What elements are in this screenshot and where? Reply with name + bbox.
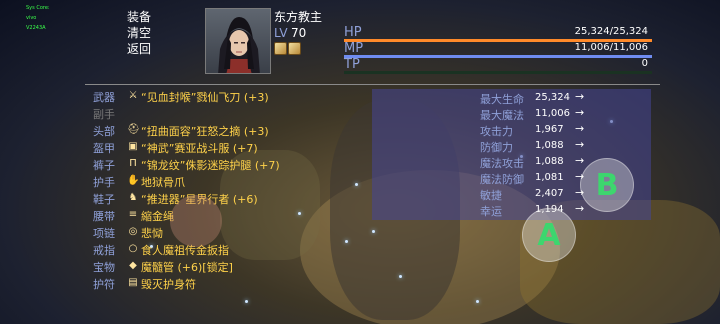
slot-label: 裤子 [93,159,115,172]
menu-item-back[interactable]: 返回 [93,41,185,57]
arrow-right-icon: → [575,154,585,167]
slot-label: 头部 [93,125,115,138]
stat-value: 25,324/25,324 [574,26,648,37]
system-overlay-line: Sys Core: [26,5,50,11]
buff-icon [288,42,301,55]
hero-portrait-art [218,17,260,73]
snow-particle [399,275,402,278]
slot-label: 副手 [93,108,115,121]
system-overlay-text: Sys Core: vivo V2243A [26,3,50,33]
arrow-right-icon: → [575,106,585,119]
item-name: “见血封喉”戮仙飞刀 (+3) [141,91,269,104]
menu-item-equip[interactable]: 装备 [93,9,185,25]
command-menu: 装备 清空 返回 [93,9,185,57]
equip-slot-offhand[interactable]: 副手 [93,106,393,122]
equip-slot-ring[interactable]: 戒指 ○ 食人魔祖传金扳指 [93,242,393,258]
attribute-label: 幸运 [480,205,502,218]
stat-value: 11,006/11,006 [574,42,648,53]
boots-icon: ♞ [128,192,138,203]
snow-particle [245,300,248,303]
stat-label: HP [344,25,362,40]
equip-slot-head[interactable]: 头部 ⛑ “扭曲面容”狂怒之摘 (+3) [93,123,393,139]
slot-label: 武器 [93,91,115,104]
level-value: 70 [291,26,307,40]
attribute-value: 1,967 [535,124,564,135]
stat-row-hp: HP 25,324/25,324 [344,25,652,42]
b-button[interactable]: B [580,158,634,212]
hero-name: 东方教主 [274,10,323,24]
attribute-value: 1,081 [535,172,564,183]
menu-item-clear[interactable]: 清空 [93,25,185,41]
buff-icon [274,42,287,55]
a-button[interactable]: A [522,208,576,262]
armor-icon: ▣ [128,141,138,152]
stat-label: MP [344,41,364,56]
treasure-icon: ◆ [129,260,137,271]
equip-slot-belt[interactable]: 腰带 ≡ 縮金绳 [93,208,393,224]
attribute-value: 1,088 [535,140,564,151]
slot-label: 宝物 [93,261,115,274]
item-name: 魔髓管 (+6)[锁定] [141,261,233,274]
slot-label: 盔甲 [93,142,115,155]
equip-slot-necklace[interactable]: 项链 ◎ 悲恸 [93,225,393,241]
tp-bar [344,71,652,74]
item-name: 地狱骨爪 [141,176,185,189]
system-overlay-line: V2243A [26,25,46,31]
stat-label: TP [344,57,360,72]
ring-icon: ○ [128,243,138,254]
helmet-icon: ⛑ [127,124,140,135]
arrow-right-icon: → [575,122,585,135]
item-name: “锦龙纹”侏影迷踪护腿 (+7) [141,159,280,172]
virtual-joystick[interactable] [170,195,222,247]
attribute-value: 25,324 [535,92,570,103]
arrow-right-icon: → [575,202,585,215]
item-name: 毁灭护身符 [141,278,196,291]
pants-icon: Π [129,158,137,169]
amulet-icon: ▤ [128,277,138,288]
equip-slot-armor[interactable]: 盔甲 ▣ “神武”赛亚战斗服 (+7) [93,140,393,156]
sword-icon: ⚔ [128,90,138,101]
item-name: “神武”赛亚战斗服 (+7) [141,142,258,155]
item-name: 悲恸 [141,227,163,240]
equip-slot-weapon[interactable]: 武器 ⚔ “见血封喉”戮仙飞刀 (+3) [93,89,393,105]
attribute-value: 11,006 [535,108,570,119]
arrow-right-icon: → [575,138,585,151]
slot-label: 戒指 [93,244,115,257]
stat-row-tp: TP 0 [344,57,652,74]
stat-row-mp: MP 11,006/11,006 [344,41,652,58]
arrow-right-icon: → [575,90,585,103]
snow-particle [476,300,479,303]
equip-slot-treasure[interactable]: 宝物 ◆ 魔髓管 (+6)[锁定] [93,259,393,275]
item-name: “扭曲面容”狂怒之摘 (+3) [141,125,269,138]
attribute-value: 1,088 [535,156,564,167]
slot-label: 护符 [93,278,115,291]
hero-portrait [205,8,271,74]
belt-icon: ≡ [128,209,138,220]
equip-slot-boots[interactable]: 鞋子 ♞ “推进器”星界行者 (+6) [93,191,393,207]
equip-slot-pants[interactable]: 裤子 Π “锦龙纹”侏影迷踪护腿 (+7) [93,157,393,173]
slot-label: 项链 [93,227,115,240]
attribute-value: 2,407 [535,188,564,199]
section-divider [85,84,660,85]
slot-label: 腰带 [93,210,115,223]
slot-label: 鞋子 [93,193,115,206]
stat-value: 0 [641,58,648,69]
system-overlay-line: vivo [26,15,37,21]
level-label: LV [274,26,288,40]
equip-slot-amulet[interactable]: 护符 ▤ 毁灭护身符 [93,276,393,292]
slot-label: 护手 [93,176,115,189]
equip-slot-gloves[interactable]: 护手 ✋ 地狱骨爪 [93,174,393,190]
necklace-icon: ◎ [128,226,138,237]
gauntlet-icon: ✋ [127,175,140,186]
